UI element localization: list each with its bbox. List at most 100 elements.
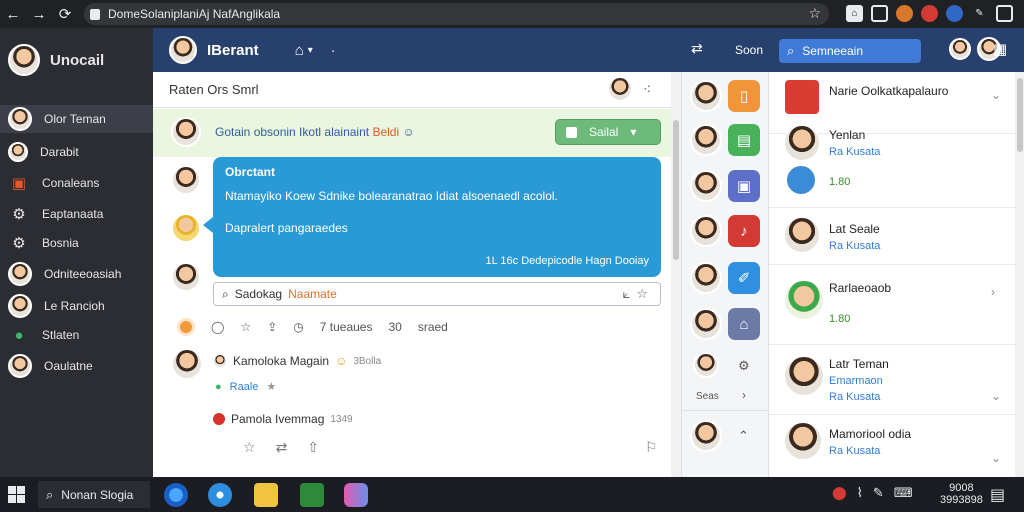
keyboard-icon[interactable]: ⌨ [894, 485, 913, 501]
sidebar-item-odniteeoasiah[interactable]: Odniteeoasiah [8, 260, 148, 288]
gear-icon[interactable]: ⚙ [738, 358, 750, 374]
network-icon[interactable]: ⌇ [857, 485, 863, 501]
sidebar-avatar [8, 294, 32, 318]
thread-meta-text[interactable]: Raale [230, 381, 259, 393]
antivirus-icon[interactable]: ⬤ [832, 485, 847, 501]
comment-icon[interactable]: ◯ [211, 320, 224, 334]
share-icon[interactable]: ⇪ [267, 320, 277, 334]
taskbar-search[interactable]: ⌕ Nonan Slogia [38, 481, 150, 508]
window-icon[interactable] [871, 5, 888, 22]
smile-icon: ☺ [402, 125, 415, 139]
send-button[interactable]: Sailal ▾ [555, 119, 661, 145]
chevron-down-icon[interactable]: ⌄ [991, 451, 1001, 465]
extension-red-icon[interactable] [921, 5, 938, 22]
apps-grid-icon[interactable]: ▦ [993, 40, 1007, 58]
address-bar[interactable]: DomeSolaniplaniAj NafAnglikala ☆ [84, 3, 829, 25]
notifications-icon[interactable]: ▤ [990, 485, 1005, 505]
chevron-up-icon[interactable]: ⌃ [738, 428, 749, 444]
store-app-icon[interactable] [300, 483, 324, 507]
rail-avatar[interactable] [693, 352, 719, 378]
rail-avatar[interactable] [690, 262, 722, 294]
forward-arrow-icon[interactable]: → [26, 0, 52, 28]
windows-start-icon[interactable] [8, 486, 25, 503]
message-avatar[interactable] [171, 262, 201, 292]
sidebar-brand[interactable]: Unocail [8, 44, 104, 76]
star-icon[interactable]: ★ [266, 380, 276, 393]
scroll-thumb[interactable] [1017, 78, 1023, 152]
back-arrow-icon[interactable]: ← [0, 0, 26, 28]
extension-pencil-icon[interactable]: ✎ [971, 5, 988, 22]
chat-avatar[interactable] [607, 76, 633, 102]
chevron-down-icon[interactable]: ▾ [308, 45, 313, 56]
chevron-down-icon[interactable]: ⌄ [991, 88, 1001, 102]
upload-icon[interactable]: ⇧ [307, 439, 319, 456]
sidebar-item-label: Oaulatne [44, 359, 93, 373]
rail-avatar[interactable] [690, 215, 722, 247]
reply-item[interactable]: Pamola Ivemmag 1349 [213, 412, 353, 426]
chat-title: Raten Ors Smrl [169, 82, 259, 97]
rail-avatar[interactable] [690, 124, 722, 156]
thread-author[interactable]: Kamoloka Magain ☺ 3Bolla [213, 354, 381, 368]
active-app-icon[interactable] [344, 483, 368, 507]
sidebar-item-conaleans[interactable]: ▣ Conaleans [8, 169, 148, 197]
sidebar-item-eaptanaata[interactable]: ⚙ Eaptanaata [8, 200, 148, 228]
contact-row[interactable]: Lat Seale Ra Kusata [769, 208, 1015, 265]
sidebar-item-stlaten[interactable]: ● Stlaten [8, 321, 148, 349]
chevron-down-icon[interactable]: ⌄ [991, 389, 1001, 403]
bookmark-icon[interactable]: ⚐ [645, 439, 658, 456]
sidebar-item-darabit[interactable]: Darabit [8, 138, 148, 166]
contact-row[interactable]: Yenlan Ra Kusata 1.80 [769, 118, 1015, 208]
soon-link[interactable]: Soon [735, 43, 763, 57]
rail-avatar[interactable] [690, 308, 722, 340]
internet-explorer-icon[interactable] [208, 483, 232, 507]
chevron-right-icon[interactable]: › [742, 388, 746, 402]
star-icon[interactable]: ☆ [240, 320, 251, 334]
reload-icon[interactable]: ⟳ [52, 0, 78, 28]
music-app-icon[interactable]: ♪ [728, 215, 760, 247]
message-bubble[interactable]: Obrctant Ntamayiko Koew Sdnike bolearana… [203, 157, 661, 277]
message-avatar[interactable] [171, 165, 201, 195]
share-icon[interactable]: ⇄ [276, 439, 288, 456]
file-explorer-icon[interactable] [254, 483, 278, 507]
rail-avatar[interactable] [690, 80, 722, 112]
header-user-avatar[interactable] [949, 38, 971, 60]
taskbar-clock[interactable]: 9008 3993898 [940, 482, 983, 506]
contact-row[interactable]: Mamoriool odia Ra Kusata ⌄ [769, 415, 1015, 477]
reaction-badge-icon[interactable] [177, 318, 195, 336]
home-app-icon[interactable]: ⌂ [728, 308, 760, 340]
star-icon[interactable]: ☆ [243, 439, 256, 456]
home-icon[interactable]: ⌂ [295, 42, 304, 59]
shopping-app-icon[interactable]: ▤ [728, 124, 760, 156]
extension-orange-icon[interactable] [896, 5, 913, 22]
share-icon[interactable]: ⇄ [691, 40, 703, 57]
message-avatar[interactable] [171, 213, 201, 243]
document-app-icon[interactable]: ▯ [728, 80, 760, 112]
sidebar-item-le-rancioh[interactable]: Le Rancioh [8, 292, 148, 320]
pen-icon[interactable]: ✎ [873, 485, 884, 501]
edge-browser-icon[interactable] [164, 483, 188, 507]
header-avatar[interactable] [169, 36, 197, 64]
sidebar-item-oaulatne[interactable]: Oaulatne [8, 352, 148, 380]
bookmark-star-icon[interactable]: ☆ [808, 5, 821, 22]
thread-avatar[interactable] [171, 348, 203, 380]
contact-row[interactable]: Latr Teman Emarmaon Ra Kusata ⌄ [769, 345, 1015, 415]
sidebar-item-bosnia[interactable]: ⚙ Bosnia [8, 229, 148, 257]
chat-scrollbar[interactable] [671, 72, 681, 477]
extension-blue-icon[interactable] [946, 5, 963, 22]
pen-app-icon[interactable]: ✐ [728, 262, 760, 294]
sidebar-item-olor-teman[interactable]: Olor Teman [0, 105, 153, 133]
menu-icon[interactable] [996, 5, 1013, 22]
scroll-thumb[interactable] [673, 120, 679, 260]
rail-avatar[interactable] [690, 420, 722, 452]
calendar-app-icon[interactable]: ▣ [728, 170, 760, 202]
contact-row[interactable]: Rarlaeoaob 1.80 › [769, 265, 1015, 345]
contacts-scrollbar[interactable] [1015, 72, 1024, 477]
rail-avatar[interactable] [690, 170, 722, 202]
chevron-right-icon[interactable]: › [991, 285, 995, 299]
rail-label[interactable]: Seas [696, 391, 719, 402]
compose-input[interactable]: ⌕ Sadokag Naamate ⟀☆ [213, 282, 661, 306]
more-icon[interactable]: ⁖ [643, 81, 651, 98]
home-icon[interactable]: ⌂ [846, 5, 863, 22]
search-input[interactable]: ⌕ Semneeain [779, 39, 921, 63]
compose-tools[interactable]: ⟀☆ [623, 286, 654, 302]
